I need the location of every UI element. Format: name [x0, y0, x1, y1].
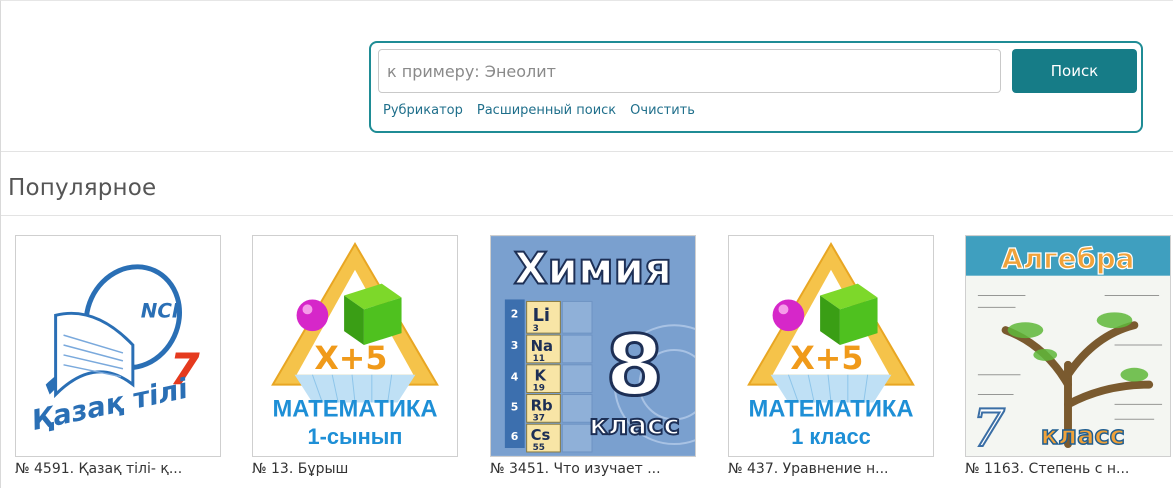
book-cover-kazakh[interactable]: NCI 7 Қазақ тілі — [15, 235, 221, 457]
book-cover-image: NCI 7 Қазақ тілі — [16, 236, 220, 456]
book-cover-algebra[interactable]: Алгебра 7 класс — [965, 235, 1171, 457]
cover-badge: X+5 — [790, 341, 863, 377]
cover-subject: МАТЕМАТИКА — [272, 395, 437, 422]
atomic-number: 11 — [533, 354, 545, 364]
cover-grade-number: 8 — [606, 318, 664, 415]
svg-text:NCI: NCI — [141, 299, 179, 322]
section-title: Популярное — [8, 175, 157, 201]
popular-item: NCI 7 Қазақ тілі № 4591. Қазақ тілі- қ..… — [15, 235, 221, 477]
cover-grade: 1 класс — [791, 424, 870, 449]
rubricator-link[interactable]: Рубрикатор — [383, 103, 463, 118]
divider — [1, 151, 1173, 152]
cover-grade-number: 7 — [972, 399, 1005, 456]
search-button[interactable]: Поиск — [1012, 49, 1137, 93]
book-cover-image: X+5 МАТЕМАТИКА 1 класс — [729, 236, 933, 456]
period-number: 6 — [511, 430, 519, 443]
book-cover-image: Химия 2 3 4 5 6 Li 3 Na 11 K 19 Rb 37 Cs… — [491, 236, 695, 456]
page: Поиск Рубрикатор Расширенный поиск Очист… — [0, 0, 1173, 488]
popular-item: Химия 2 3 4 5 6 Li 3 Na 11 K 19 Rb 37 Cs… — [490, 235, 696, 477]
popular-item: Алгебра 7 класс № 1163. Степень с н... — [965, 235, 1171, 477]
search-links: Рубрикатор Расширенный поиск Очистить — [383, 103, 695, 118]
book-title-link[interactable]: № 437. Уравнение н... — [728, 461, 934, 477]
book-title-link[interactable]: № 3451. Что изучает ... — [490, 461, 696, 477]
cover-badge: X+5 — [314, 341, 387, 377]
atomic-number: 3 — [533, 324, 539, 334]
book-cover-image: Алгебра 7 класс — [966, 236, 1170, 456]
clear-link[interactable]: Очистить — [630, 103, 695, 118]
atomic-number: 19 — [533, 384, 545, 394]
book-cover-chemistry[interactable]: Химия 2 3 4 5 6 Li 3 Na 11 K 19 Rb 37 Cs… — [490, 235, 696, 457]
element-symbol: Li — [533, 305, 550, 326]
atomic-number: 55 — [533, 443, 545, 453]
period-number: 5 — [511, 400, 519, 413]
book-cover-math-ru[interactable]: X+5 МАТЕМАТИКА 1 класс — [728, 235, 934, 457]
cover-subject: Химия — [514, 245, 672, 295]
element-symbol: K — [535, 367, 547, 385]
cover-grade-word: класс — [589, 408, 680, 441]
period-number: 4 — [511, 371, 519, 384]
element-symbol: Cs — [531, 426, 551, 444]
search-panel: Поиск Рубрикатор Расширенный поиск Очист… — [369, 41, 1143, 133]
popular-item: X+5 МАТЕМАТИКА 1-сынып № 13. Бұрыш — [252, 235, 458, 477]
book-title-link[interactable]: № 1163. Степень с н... — [965, 461, 1171, 477]
book-title-link[interactable]: № 4591. Қазақ тілі- қ... — [15, 461, 221, 477]
atomic-number: 37 — [533, 413, 545, 423]
element-symbol: Na — [531, 337, 553, 355]
cover-subject: МАТЕМАТИКА — [748, 395, 913, 422]
popular-item: X+5 МАТЕМАТИКА 1 класс № 437. Уравнение … — [728, 235, 934, 477]
cover-subject: Алгебра — [1002, 242, 1135, 275]
period-number: 3 — [511, 339, 519, 352]
book-cover-math-kz[interactable]: X+5 МАТЕМАТИКА 1-сынып — [252, 235, 458, 457]
cover-grade: 1-сынып — [308, 424, 403, 449]
book-cover-image: X+5 МАТЕМАТИКА 1-сынып — [253, 236, 457, 456]
element-symbol: Rb — [531, 396, 553, 414]
book-title-link[interactable]: № 13. Бұрыш — [252, 461, 458, 477]
search-input[interactable] — [378, 49, 1001, 93]
advanced-search-link[interactable]: Расширенный поиск — [477, 103, 616, 118]
cover-grade-word: класс — [1041, 421, 1125, 451]
period-number: 2 — [511, 307, 519, 320]
divider — [1, 215, 1173, 216]
